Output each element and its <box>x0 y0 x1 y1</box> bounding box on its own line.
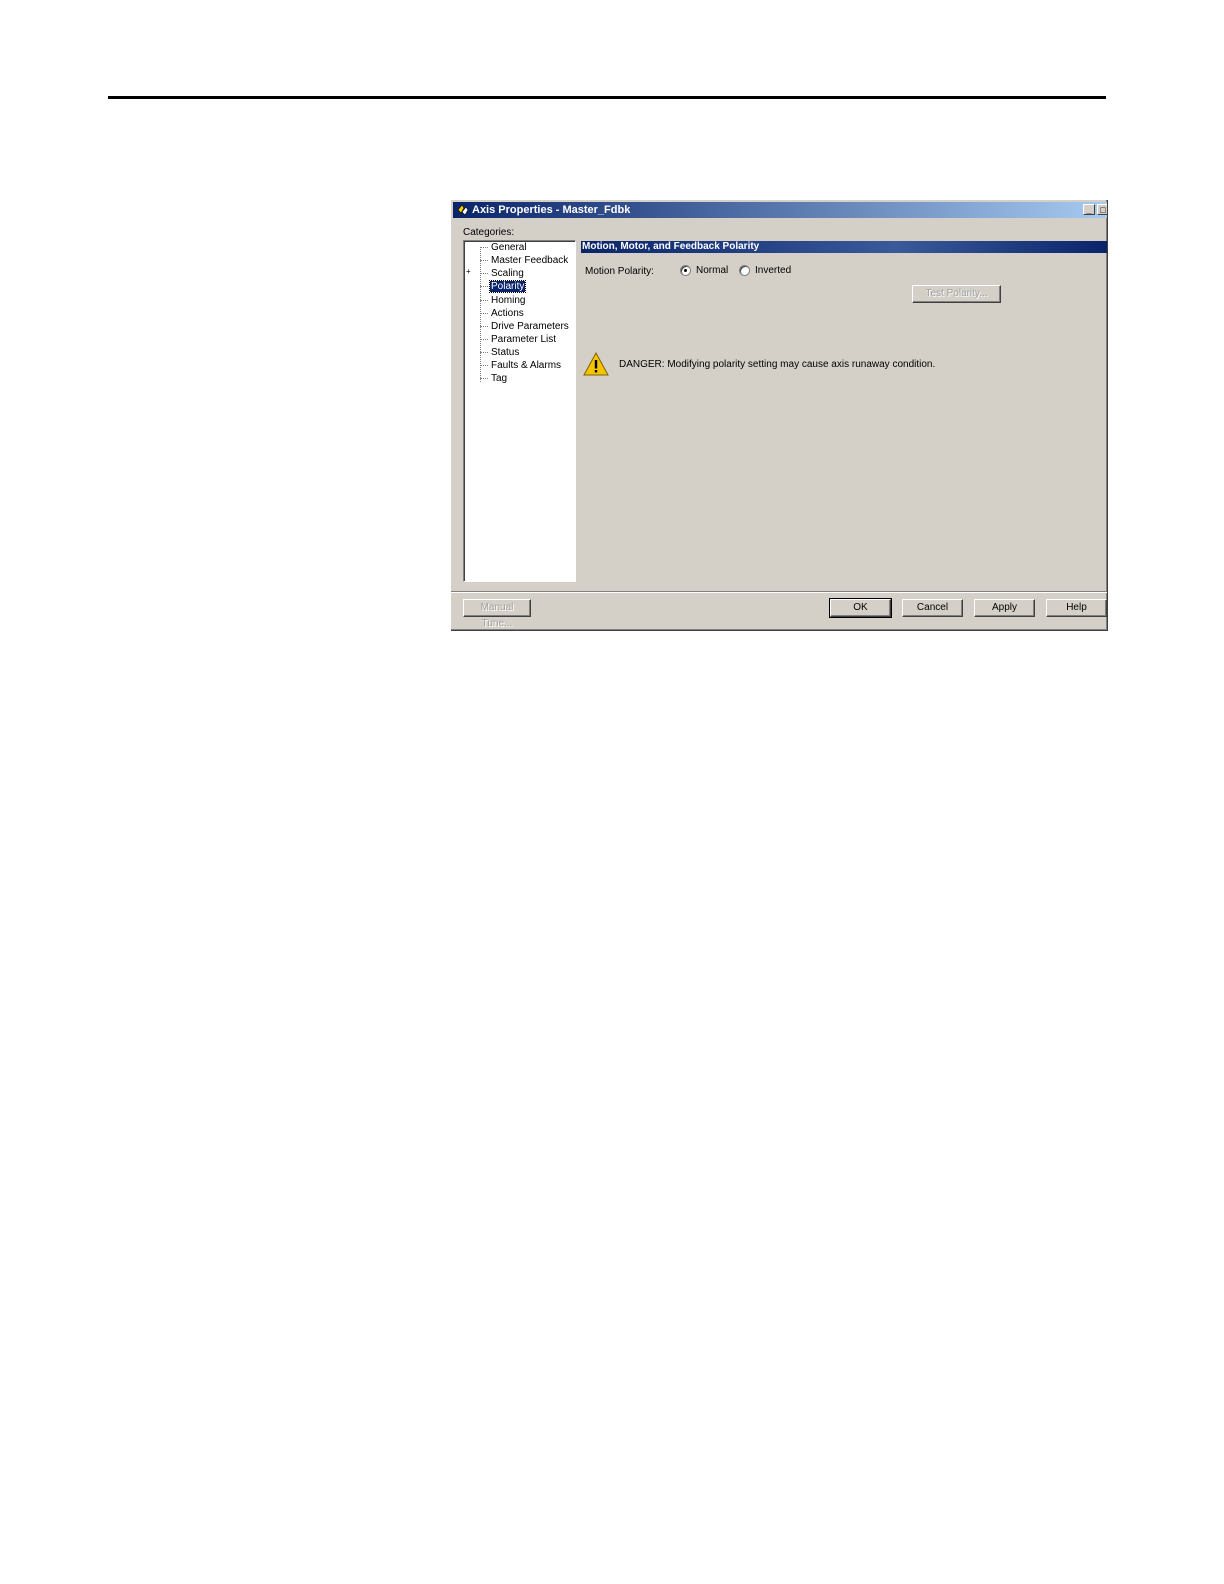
tree-item-faults-alarms[interactable]: Faults & Alarms <box>464 360 562 372</box>
maximize-button[interactable]: □ <box>1097 204 1107 215</box>
categories-label: Categories: <box>463 227 515 238</box>
minimize-button[interactable]: _ <box>1083 204 1095 215</box>
tree-item-label: Tag <box>491 373 508 384</box>
tree-item-label: Master Feedback <box>491 255 569 266</box>
tree-item-label: Drive Parameters <box>491 321 569 332</box>
radio-inverted-indicator[interactable] <box>739 265 750 276</box>
tree-item-label: General <box>491 242 527 253</box>
tree-item-scaling[interactable]: Scaling <box>464 268 525 280</box>
tree-item-homing[interactable]: Homing <box>464 295 526 307</box>
ok-button[interactable]: OK <box>829 598 892 618</box>
radio-inverted-label: Inverted <box>755 265 792 276</box>
cancel-button[interactable]: Cancel <box>902 599 963 617</box>
tree-item-master-feedback[interactable]: Master Feedback <box>464 255 569 267</box>
tree-item-label: Scaling <box>491 268 524 279</box>
categories-tree[interactable]: + General Master Feedback Scaling Polari… <box>463 240 576 582</box>
test-polarity-button[interactable]: Test Polarity... <box>912 285 1001 303</box>
tree-item-tag[interactable]: Tag <box>464 373 508 385</box>
manual-tune-button[interactable]: Manual Tune... <box>463 599 531 629</box>
radio-normal[interactable]: Normal <box>680 265 728 276</box>
tree-item-label: Parameter List <box>491 334 557 345</box>
tree-item-label: Polarity <box>488 280 527 293</box>
tree-item-actions[interactable]: Actions <box>464 308 525 320</box>
tree-item-label: Homing <box>491 295 526 306</box>
tree-item-general[interactable]: General <box>464 242 528 254</box>
window-title: Axis Properties - Master_Fdbk <box>472 204 631 216</box>
tree-item-parameter-list[interactable]: Parameter List <box>464 334 557 346</box>
title-bar[interactable]: Axis Properties - Master_Fdbk _ □ <box>453 202 1107 218</box>
app-icon <box>457 204 469 216</box>
tree-item-drive-parameters[interactable]: Drive Parameters <box>464 321 570 333</box>
tree-item-status[interactable]: Status <box>464 347 520 359</box>
page-top-rule <box>108 96 1106 99</box>
axis-properties-dialog: Axis Properties - Master_Fdbk _ □ Catego… <box>450 199 1107 630</box>
tree-item-label: Faults & Alarms <box>491 360 562 371</box>
tree-item-label: Status <box>491 347 520 358</box>
bottom-separator <box>451 591 1107 593</box>
radio-normal-label: Normal <box>696 265 729 276</box>
apply-button[interactable]: Apply <box>974 599 1035 617</box>
help-button[interactable]: Help <box>1046 599 1107 617</box>
warning-triangle-icon <box>583 352 609 376</box>
section-title: Motion, Motor, and Feedback Polarity <box>581 241 1107 253</box>
danger-warning-text: DANGER: Modifying polarity setting may c… <box>619 359 936 370</box>
tree-item-polarity[interactable]: Polarity <box>464 280 527 293</box>
radio-normal-indicator[interactable] <box>680 265 691 276</box>
motion-polarity-label: Motion Polarity: <box>585 266 654 277</box>
radio-inverted[interactable]: Inverted <box>739 265 791 276</box>
tree-item-label: Actions <box>491 308 524 319</box>
